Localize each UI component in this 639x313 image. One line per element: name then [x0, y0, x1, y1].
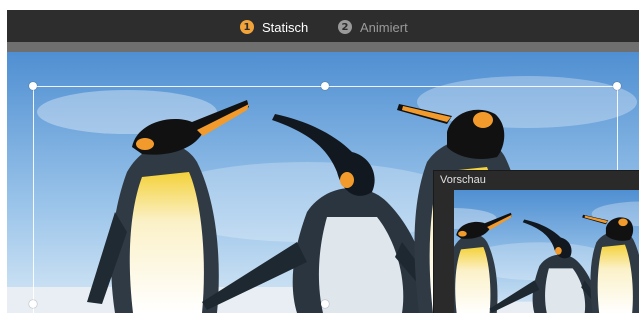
- step-number-badge: 2: [338, 20, 352, 34]
- step-label: Statisch: [262, 19, 309, 35]
- crop-handle-top[interactable]: [321, 82, 329, 90]
- step-static[interactable]: 1 Statisch: [240, 19, 308, 35]
- mode-toolbar: 1 Statisch 2 Animiert: [7, 10, 639, 42]
- preview-image: [454, 190, 639, 313]
- step-animated[interactable]: 2 Animiert: [338, 19, 408, 35]
- preview-panel: Vorschau: [433, 170, 639, 313]
- step-label: Animiert: [360, 19, 408, 35]
- crop-handle-top-left[interactable]: [29, 82, 37, 90]
- crop-handle-bottom[interactable]: [321, 300, 329, 308]
- toolbar-divider: [7, 42, 639, 52]
- step-number-badge: 1: [240, 20, 254, 34]
- preview-title: Vorschau: [440, 174, 486, 186]
- crop-handle-bottom-left[interactable]: [29, 300, 37, 308]
- editor-frame: 1 Statisch 2 Animiert Vorschau: [7, 10, 639, 313]
- crop-handle-top-right[interactable]: [613, 82, 621, 90]
